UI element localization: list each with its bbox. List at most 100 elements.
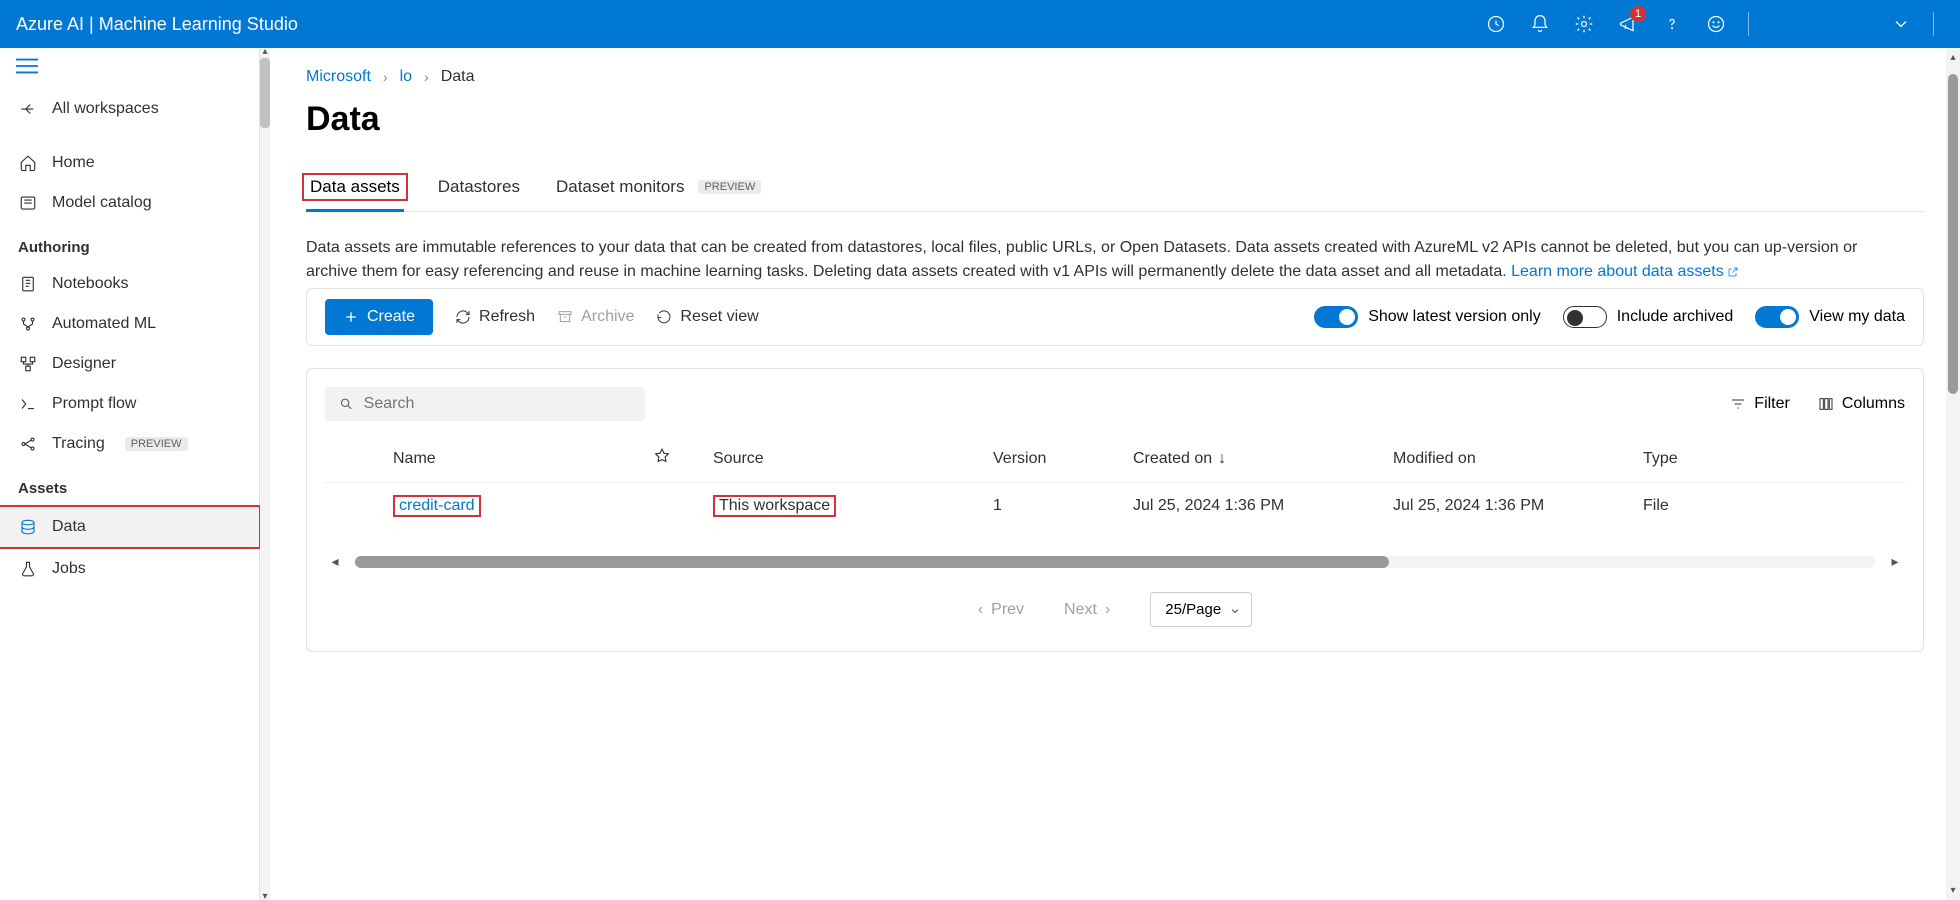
nav-designer[interactable]: Designer: [0, 344, 259, 384]
notification-badge: 1: [1630, 6, 1646, 22]
preview-badge: PREVIEW: [698, 180, 761, 194]
breadcrumb-root[interactable]: Microsoft: [306, 68, 371, 86]
nav-all-workspaces[interactable]: All workspaces: [0, 89, 259, 129]
toggle-show-latest[interactable]: [1314, 306, 1358, 328]
sidebar-scrollbar[interactable]: ▴ ▾: [260, 48, 270, 900]
tab-data-assets[interactable]: Data assets: [306, 167, 404, 211]
nav-label: All workspaces: [52, 100, 159, 118]
main-content: Microsoft › lo › Data Data Data assets D…: [270, 48, 1960, 900]
recent-icon[interactable]: [1474, 0, 1518, 48]
toggle-label: View my data: [1809, 308, 1905, 326]
sort-down-icon: ↓: [1218, 450, 1226, 468]
sidebar: All workspaces Home Model catalog Author…: [0, 48, 260, 900]
help-icon[interactable]: [1650, 0, 1694, 48]
app-title: Azure AI | Machine Learning Studio: [16, 14, 298, 35]
notebook-icon: [18, 274, 38, 294]
settings-icon[interactable]: [1562, 0, 1606, 48]
tab-datastores[interactable]: Datastores: [436, 169, 522, 209]
toggle-view-my-data[interactable]: [1755, 306, 1799, 328]
cell-type: File: [1643, 497, 1783, 515]
reset-view-button[interactable]: Reset view: [656, 308, 758, 326]
announcements-icon[interactable]: 1: [1606, 0, 1650, 48]
chevron-right-icon: ›: [383, 69, 388, 85]
col-created[interactable]: Created on↓: [1133, 450, 1393, 468]
arrow-left-icon: [18, 99, 38, 119]
nav-label: Notebooks: [52, 275, 129, 293]
nav-label: Tracing: [52, 435, 105, 453]
catalog-icon: [18, 193, 38, 213]
nav-label: Model catalog: [52, 194, 152, 212]
breadcrumb: Microsoft › lo › Data: [306, 68, 1924, 86]
refresh-button[interactable]: Refresh: [455, 308, 535, 326]
columns-button[interactable]: Columns: [1818, 395, 1905, 413]
automl-icon: [18, 314, 38, 334]
table-header: Name Source Version Created on↓ Modified…: [325, 435, 1905, 483]
next-button: Next›: [1064, 601, 1110, 619]
search-input[interactable]: [364, 395, 631, 413]
nav-automated-ml[interactable]: Automated ML: [0, 304, 259, 344]
main-scrollbar[interactable]: ▴ ▾: [1946, 48, 1960, 900]
filter-button[interactable]: Filter: [1730, 395, 1790, 413]
col-modified[interactable]: Modified on: [1393, 450, 1643, 468]
asset-name-link[interactable]: credit-card: [393, 497, 481, 514]
learn-more-link[interactable]: Learn more about data assets: [1511, 263, 1739, 280]
hamburger-icon[interactable]: [0, 48, 259, 89]
nav-jobs[interactable]: Jobs: [0, 549, 259, 589]
favorite-column-icon[interactable]: [653, 447, 713, 470]
flask-icon: [18, 559, 38, 579]
data-table-card: Filter Columns Name Source Version Creat: [306, 368, 1924, 652]
archive-button: Archive: [557, 308, 634, 326]
nav-label: Home: [52, 154, 95, 172]
toggle-label: Include archived: [1617, 308, 1734, 326]
page-size-select[interactable]: 25/Page: [1150, 592, 1252, 627]
nav-label: Designer: [52, 355, 116, 373]
toggle-label: Show latest version only: [1368, 308, 1541, 326]
pagination: ‹Prev Next› 25/Page: [325, 592, 1905, 627]
nav-home[interactable]: Home: [0, 143, 259, 183]
top-header: Azure AI | Machine Learning Studio 1: [0, 0, 1960, 48]
nav-prompt-flow[interactable]: Prompt flow: [0, 384, 259, 424]
nav-notebooks[interactable]: Notebooks: [0, 264, 259, 304]
home-icon: [18, 153, 38, 173]
page-title: Data: [306, 100, 1924, 139]
description-text: Data assets are immutable references to …: [306, 236, 1906, 284]
prev-button: ‹Prev: [978, 601, 1024, 619]
cell-created: Jul 25, 2024 1:36 PM: [1133, 497, 1393, 515]
chevron-down-icon[interactable]: [1879, 0, 1923, 48]
horizontal-scrollbar[interactable]: ◂ ▸: [325, 553, 1905, 570]
nav-label: Data: [52, 518, 86, 536]
search-input-wrapper[interactable]: [325, 387, 645, 421]
breadcrumb-workspace[interactable]: lo: [400, 68, 412, 86]
table-row: credit-card This workspace 1 Jul 25, 202…: [325, 483, 1905, 529]
external-link-icon: [1724, 263, 1739, 280]
tab-dataset-monitors[interactable]: Dataset monitors PREVIEW: [554, 169, 763, 209]
create-button[interactable]: Create: [325, 299, 433, 335]
search-icon: [339, 396, 354, 412]
section-assets: Assets: [0, 464, 259, 505]
col-version[interactable]: Version: [993, 450, 1133, 468]
feedback-icon[interactable]: [1694, 0, 1738, 48]
cell-source: This workspace: [713, 495, 836, 517]
breadcrumb-current: Data: [441, 68, 475, 86]
toolbar: Create Refresh Archive Reset view S: [306, 288, 1924, 346]
col-type[interactable]: Type: [1643, 450, 1783, 468]
nav-tracing[interactable]: Tracing PREVIEW: [0, 424, 259, 464]
toggle-include-archived[interactable]: [1563, 306, 1607, 328]
nav-data[interactable]: Data: [0, 505, 261, 549]
notifications-icon[interactable]: [1518, 0, 1562, 48]
col-source[interactable]: Source: [713, 450, 993, 468]
section-authoring: Authoring: [0, 223, 259, 264]
cell-version: 1: [993, 497, 1133, 515]
nav-label: Automated ML: [52, 315, 156, 333]
tabs: Data assets Datastores Dataset monitors …: [306, 167, 1924, 212]
nav-label: Jobs: [52, 560, 86, 578]
nav-label: Prompt flow: [52, 395, 136, 413]
preview-badge: PREVIEW: [125, 437, 188, 451]
nav-model-catalog[interactable]: Model catalog: [0, 183, 259, 223]
data-icon: [18, 517, 38, 537]
col-name[interactable]: Name: [393, 450, 653, 468]
designer-icon: [18, 354, 38, 374]
terminal-icon: [18, 394, 38, 414]
chevron-right-icon: ›: [424, 69, 429, 85]
cell-modified: Jul 25, 2024 1:36 PM: [1393, 497, 1643, 515]
